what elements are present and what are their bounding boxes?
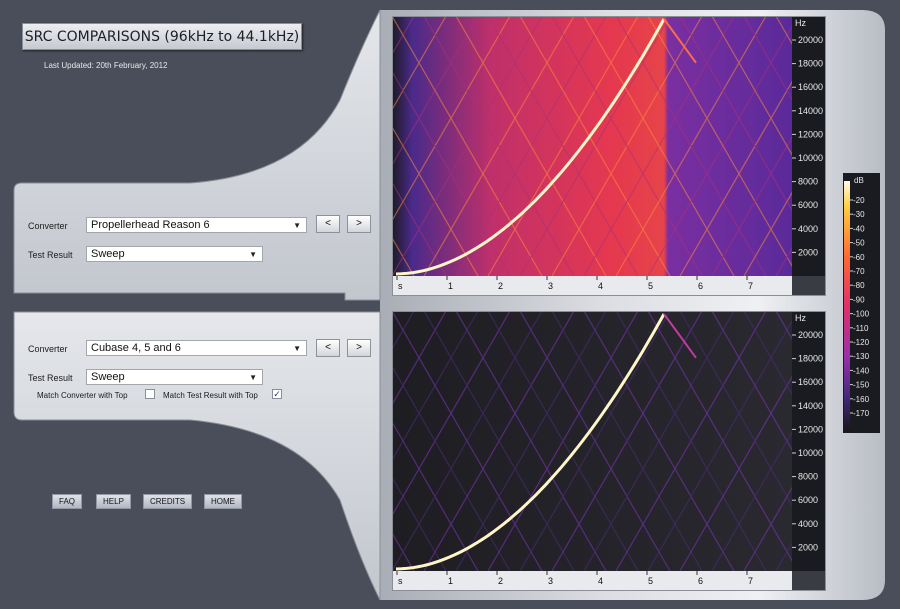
x-tick-label: 4: [598, 281, 603, 291]
top-test-result-value: Sweep: [91, 248, 125, 260]
page-title-button[interactable]: SRC COMPARISONS (96kHz to 44.1kHz): [22, 23, 302, 50]
y-tick-label: 10000: [798, 448, 823, 458]
colorbar-tick-label: -30: [853, 210, 865, 219]
top-prev-button[interactable]: <: [316, 215, 340, 233]
colorbar-tick-label: -70: [853, 267, 865, 276]
match-converter-label: Match Converter with Top: [37, 391, 128, 400]
colorbar-tick-label: -120: [853, 338, 870, 347]
match-converter-checkbox[interactable]: [145, 389, 155, 399]
y-axis-unit: Hz: [795, 313, 806, 323]
colorbar-tick-label: -90: [853, 295, 865, 304]
home-button[interactable]: HOME: [204, 494, 242, 509]
x-tick-label: 6: [698, 576, 703, 586]
top-converter-value: Propellerhead Reason 6: [91, 219, 210, 231]
spectrogram-plot-area: [392, 311, 792, 571]
colorbar-tick-label: -40: [853, 224, 865, 233]
x-tick-label: 5: [648, 576, 653, 586]
colorbar-gradient: [844, 181, 850, 431]
triangle-down-icon: ▼: [249, 250, 257, 259]
y-axis-band: [792, 311, 826, 571]
bottom-test-result-select[interactable]: Sweep ▼: [86, 369, 263, 385]
top-converter-label: Converter: [28, 221, 68, 231]
y-tick-label: 18000: [798, 354, 823, 364]
colorbar-unit: dB: [854, 176, 864, 185]
top-spectrogram: Hz20000180001600014000120001000080006000…: [392, 16, 826, 296]
y-tick-label: 16000: [798, 377, 823, 387]
x-tick-label: 6: [698, 281, 703, 291]
x-tick-label: 1: [448, 281, 453, 291]
x-tick-label: 7: [748, 281, 753, 291]
y-tick-label: 14000: [798, 106, 823, 116]
y-tick-label: 8000: [798, 177, 818, 187]
y-tick-label: 10000: [798, 153, 823, 163]
x-tick-label: 2: [498, 576, 503, 586]
x-tick-label: 1: [448, 576, 453, 586]
x-tick-label: 3: [548, 281, 553, 291]
y-tick-label: 16000: [798, 82, 823, 92]
y-tick-label: 2000: [798, 247, 818, 257]
colorbar-tick-label: -100: [853, 310, 870, 319]
y-tick-label: 4000: [798, 224, 818, 234]
help-button[interactable]: HELP: [96, 494, 131, 509]
bottom-prev-button[interactable]: <: [316, 339, 340, 357]
x-tick-label: 7: [748, 576, 753, 586]
top-test-result-label: Test Result: [28, 250, 73, 260]
match-result-checkbox[interactable]: ✓: [272, 389, 282, 399]
colorbar-tick-label: -150: [853, 381, 870, 390]
y-axis-unit: Hz: [795, 18, 806, 28]
colorbar-tick-label: -140: [853, 366, 870, 375]
x-tick-label: s: [398, 576, 403, 586]
spectrogram-plot-area: [392, 16, 792, 276]
y-tick-label: 4000: [798, 519, 818, 529]
y-tick-label: 18000: [798, 59, 823, 69]
y-tick-label: 20000: [798, 330, 823, 340]
triangle-down-icon: ▼: [293, 344, 301, 353]
bottom-next-button[interactable]: >: [347, 339, 371, 357]
top-next-button[interactable]: >: [347, 215, 371, 233]
y-tick-label: 12000: [798, 129, 823, 139]
y-tick-label: 14000: [798, 401, 823, 411]
x-tick-label: 2: [498, 281, 503, 291]
y-tick-label: 12000: [798, 424, 823, 434]
colorbar-tick-label: -130: [853, 352, 870, 361]
bottom-converter-value: Cubase 4, 5 and 6: [91, 342, 181, 354]
colorbar-tick-label: -20: [853, 196, 865, 205]
bottom-test-result-value: Sweep: [91, 371, 125, 383]
last-updated-text: Last Updated: 20th February, 2012: [44, 61, 168, 70]
bottom-converter-label: Converter: [28, 344, 68, 354]
bottom-converter-select[interactable]: Cubase 4, 5 and 6 ▼: [86, 340, 307, 356]
match-result-label: Match Test Result with Top: [163, 391, 258, 400]
triangle-down-icon: ▼: [249, 373, 257, 382]
y-tick-label: 6000: [798, 200, 818, 210]
bottom-spectrogram: Hz20000180001600014000120001000080006000…: [392, 311, 826, 591]
db-colorbar: dB -20 -30 -40 -50 -60 -70 -80 -90 -100 -110 -120 -1…: [843, 173, 880, 433]
x-tick-label: s: [398, 281, 403, 291]
bottom-test-result-label: Test Result: [28, 373, 73, 383]
y-tick-label: 2000: [798, 542, 818, 552]
colorbar-tick-label: -80: [853, 281, 865, 290]
x-tick-label: 3: [548, 576, 553, 586]
triangle-down-icon: ▼: [293, 221, 301, 230]
colorbar-tick-label: -60: [853, 253, 865, 262]
y-tick-label: 20000: [798, 35, 823, 45]
x-tick-label: 4: [598, 576, 603, 586]
colorbar-tick-label: -50: [853, 239, 865, 248]
faq-button[interactable]: FAQ: [52, 494, 83, 509]
top-test-result-select[interactable]: Sweep ▼: [86, 246, 263, 262]
colorbar-tick-label: -110: [853, 324, 869, 333]
y-tick-label: 6000: [798, 495, 818, 505]
x-tick-label: 5: [648, 281, 653, 291]
y-tick-label: 8000: [798, 472, 818, 482]
top-converter-select[interactable]: Propellerhead Reason 6 ▼: [86, 217, 307, 233]
colorbar-tick-label: -160: [853, 395, 870, 404]
y-axis-band: [792, 16, 826, 276]
credits-button[interactable]: CREDITS: [143, 494, 193, 509]
colorbar-tick-label: -170: [853, 409, 870, 418]
